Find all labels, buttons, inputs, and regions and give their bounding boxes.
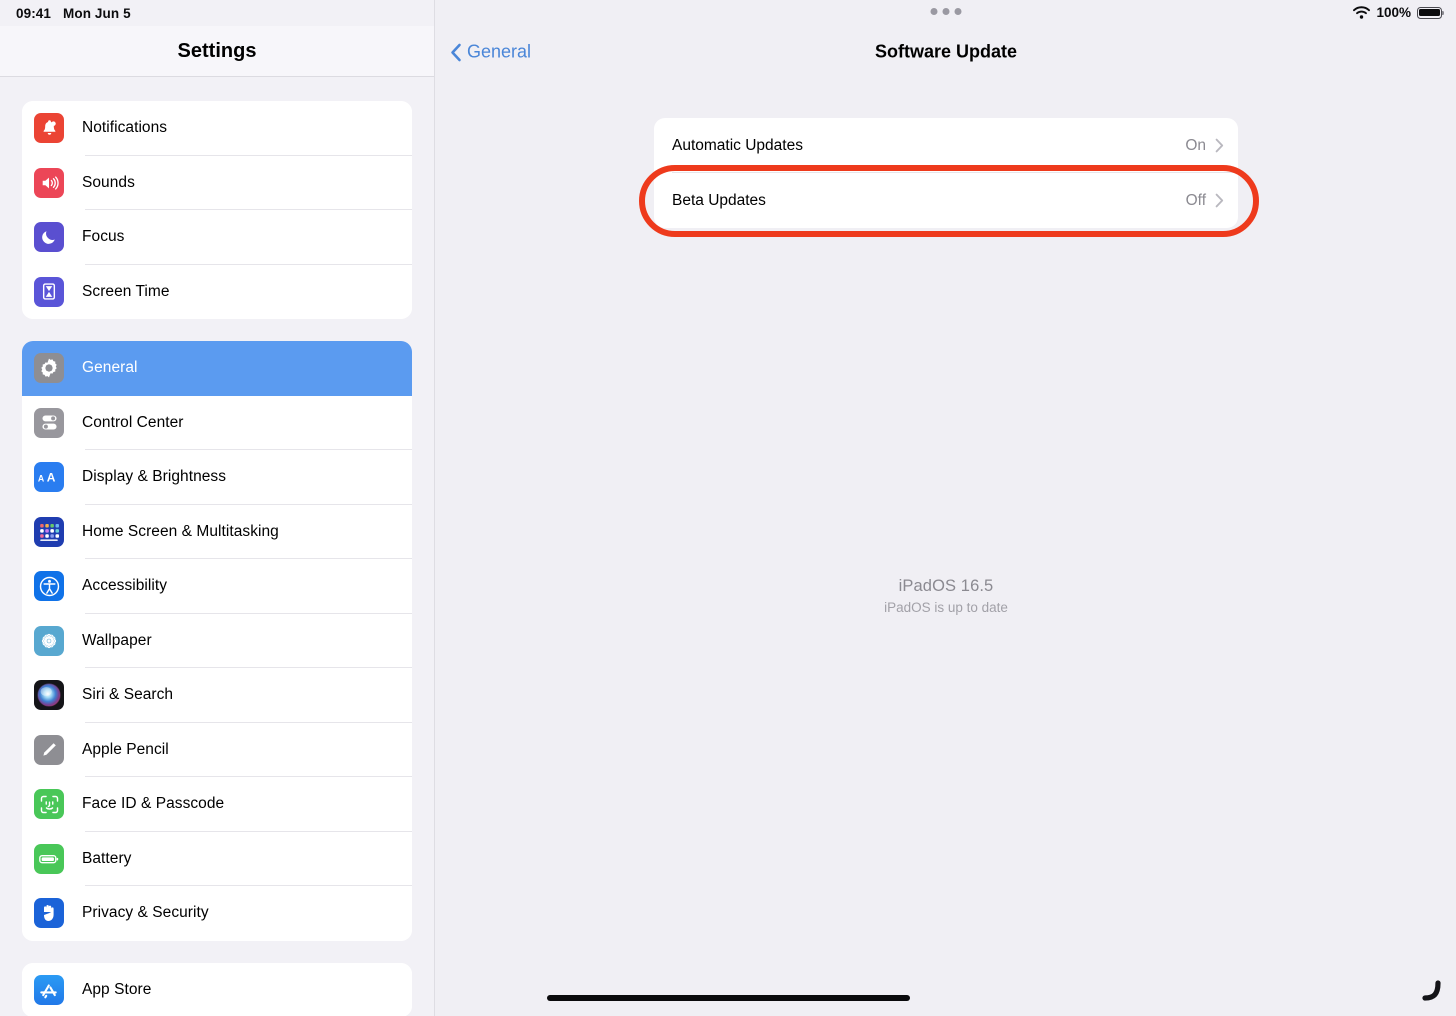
detail-row-automatic-updates[interactable]: Automatic Updates On	[654, 118, 1238, 173]
speaker-icon	[34, 167, 64, 198]
status-bar: 09:41 Mon Jun 5	[0, 0, 434, 26]
sidebar-item-label: Screen Time	[82, 282, 170, 300]
sidebar-item-face-id-passcode[interactable]: Face ID & Passcode	[22, 777, 412, 832]
sidebar-item-label: Notifications	[82, 119, 168, 137]
ipad-settings-screen: 09:41 Mon Jun 5 Settings Notifications So…	[0, 0, 1456, 1016]
detail-title: Software Update	[874, 41, 1018, 62]
software-update-options-card: Automatic Updates On Beta Updates Off	[654, 118, 1238, 228]
page-title: Settings	[177, 39, 257, 62]
battery-full-icon	[1417, 6, 1445, 19]
sidebar-group: General Control Center A A Display & Brightn…	[22, 341, 412, 941]
settings-sidebar: 09:41 Mon Jun 5 Settings Notifications So…	[0, 0, 435, 1016]
detail-pane: General Software Update Automatic Update…	[436, 0, 1456, 1016]
status-time: 09:41	[16, 5, 52, 21]
sidebar-group: Notifications Sounds Focus Screen Time	[22, 101, 412, 319]
sidebar-item-label: Accessibility	[82, 577, 168, 595]
detail-row-beta-updates[interactable]: Beta Updates Off	[654, 173, 1238, 228]
sidebar-item-label: Sounds	[82, 173, 135, 191]
accessibility-icon	[34, 571, 64, 602]
sidebar-item-label: Apple Pencil	[82, 740, 169, 758]
sidebar-item-label: General	[82, 359, 138, 377]
sidebar-item-label: Home Screen & Multitasking	[82, 522, 279, 540]
sidebar-item-control-center[interactable]: Control Center	[22, 395, 412, 450]
hand-icon	[34, 898, 64, 929]
battery-percent-label: 100%	[1376, 5, 1411, 20]
chevron-right-icon	[1215, 138, 1224, 153]
sidebar-item-sounds[interactable]: Sounds	[22, 155, 412, 210]
multitask-dot	[942, 8, 950, 15]
sidebar-item-app-store[interactable]: App Store	[22, 962, 412, 1016]
os-version-name: iPadOS 16.5	[898, 577, 994, 595]
cursor-hook-icon	[1422, 980, 1441, 1001]
detail-row-label: Automatic Updates	[672, 136, 803, 154]
multitask-dot	[954, 8, 962, 15]
sidebar-item-screen-time[interactable]: Screen Time	[22, 264, 412, 319]
sidebar-item-battery[interactable]: Battery	[22, 831, 412, 886]
sidebar-item-label: Display & Brightness	[82, 468, 227, 486]
flower-icon	[34, 625, 64, 656]
bell-icon	[34, 113, 64, 144]
detail-navigation-bar: General Software Update	[436, 26, 1456, 78]
toggles-icon	[34, 407, 64, 438]
sidebar-groups: Notifications Sounds Focus Screen Time Gener…	[0, 101, 434, 1016]
app-store-icon	[34, 974, 64, 1005]
detail-row-value: Off	[1185, 191, 1206, 209]
sidebar-item-focus[interactable]: Focus	[22, 210, 412, 265]
aa-text-icon: AA	[34, 462, 64, 493]
detail-row-label: Beta Updates	[672, 191, 766, 209]
gear-icon	[34, 353, 64, 384]
sidebar-item-home-screen-multitasking[interactable]: Home Screen & Multitasking	[22, 504, 412, 559]
sidebar-item-label: Control Center	[82, 413, 184, 431]
svg-text:A: A	[47, 471, 56, 484]
os-version-status: iPadOS is up to date	[884, 600, 1008, 615]
home-indicator[interactable]	[547, 995, 910, 1001]
sidebar-header: Settings	[0, 26, 434, 77]
sidebar-item-label: Battery	[82, 849, 132, 867]
sidebar-group: App Store	[22, 962, 412, 1016]
sidebar-item-apple-pencil[interactable]: Apple Pencil	[22, 722, 412, 777]
sidebar-item-privacy-security[interactable]: Privacy & Security	[22, 886, 412, 941]
sidebar-item-label: Siri & Search	[82, 686, 174, 704]
detail-row-value: On	[1185, 136, 1206, 154]
chevron-right-icon	[1215, 193, 1224, 208]
sidebar-item-siri-search[interactable]: Siri & Search	[22, 668, 412, 723]
face-id-icon	[34, 789, 64, 820]
sidebar-item-notifications[interactable]: Notifications	[22, 101, 412, 156]
sidebar-item-accessibility[interactable]: Accessibility	[22, 559, 412, 614]
battery-icon	[34, 843, 64, 874]
sidebar-item-label: Face ID & Passcode	[82, 795, 225, 813]
sidebar-item-wallpaper[interactable]: Wallpaper	[22, 613, 412, 668]
sidebar-item-general[interactable]: General	[22, 341, 412, 396]
sidebar-item-label: App Store	[82, 980, 152, 998]
sidebar-item-label: Focus	[82, 228, 125, 246]
sidebar-item-label: Wallpaper	[82, 631, 152, 649]
sidebar-item-label: Privacy & Security	[82, 904, 209, 922]
wifi-icon	[1353, 6, 1371, 19]
multitask-dots-icon[interactable]	[930, 8, 962, 15]
multitask-dot	[930, 8, 938, 15]
svg-text:A: A	[38, 474, 45, 484]
pencil-icon	[34, 734, 64, 765]
hourglass-icon	[34, 276, 64, 307]
status-date: Mon Jun 5	[63, 5, 131, 21]
sidebar-item-display-brightness[interactable]: A A Display & Brightness	[22, 450, 412, 505]
app-grid-icon	[34, 516, 64, 547]
version-info: iPadOS 16.5 iPadOS is up to date	[436, 577, 1456, 615]
battery-fill	[1419, 8, 1440, 17]
moon-icon	[34, 222, 64, 253]
status-bar-right: 100%	[1353, 5, 1445, 20]
siri-orb-icon	[34, 680, 64, 711]
